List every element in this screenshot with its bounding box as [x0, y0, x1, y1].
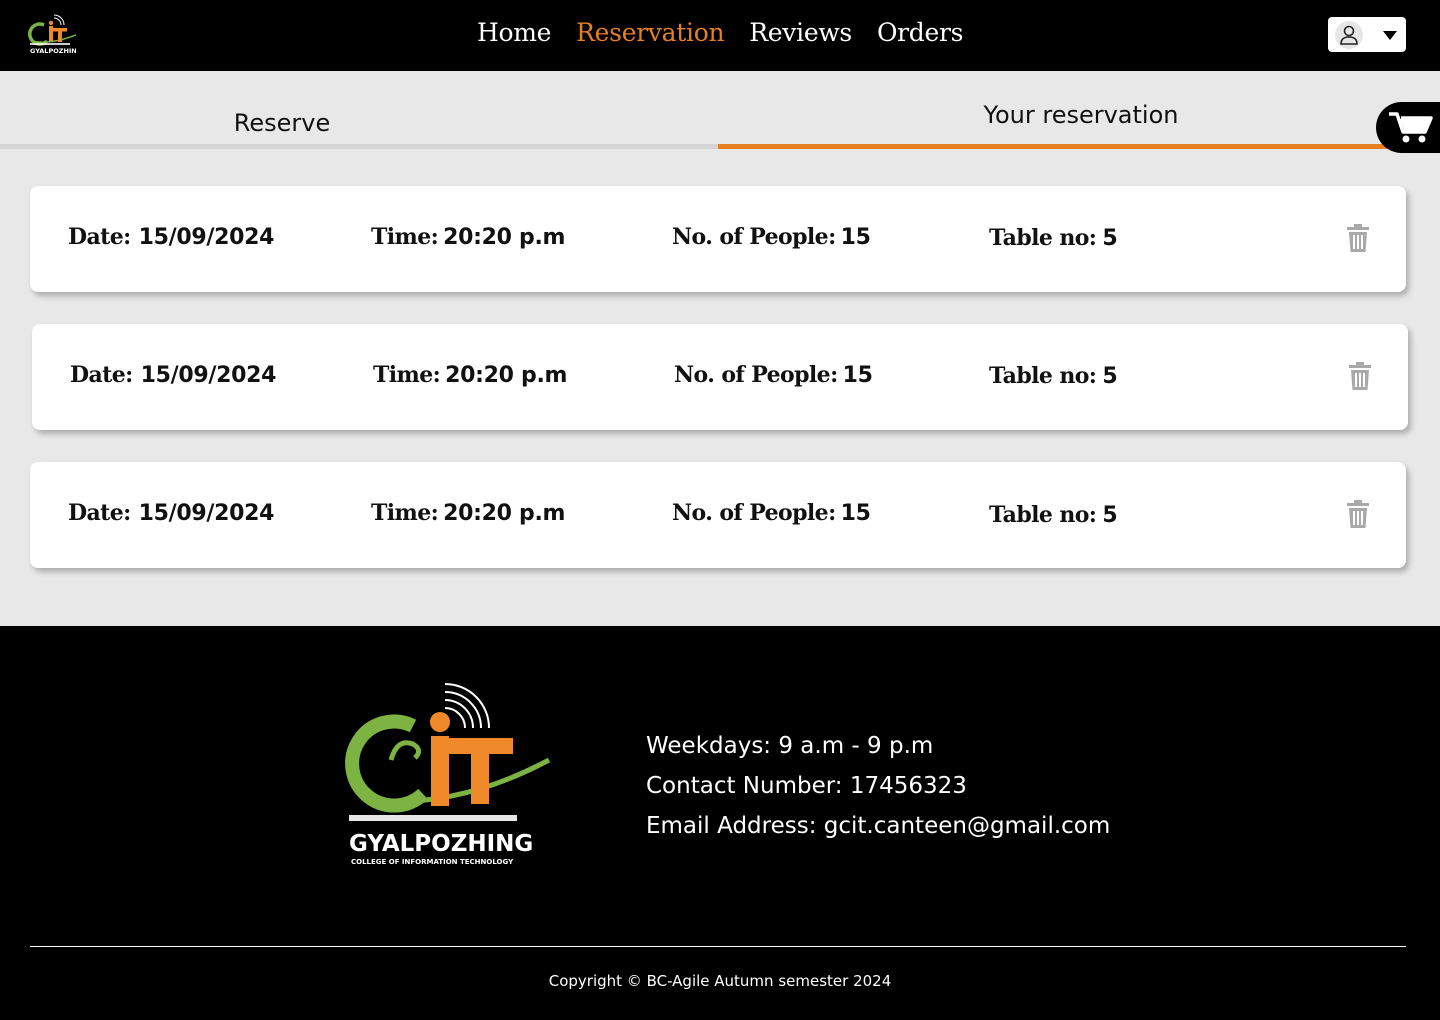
user-menu-button[interactable] [1328, 17, 1406, 52]
people-value: 15 [840, 225, 871, 250]
tab-your-reservation-label: Your reservation [983, 101, 1179, 129]
time-label: Time: [371, 500, 439, 526]
reservation-people: No. of People: 15 [672, 224, 871, 250]
nav-orders[interactable]: Orders [877, 18, 964, 47]
table-value: 5 [1102, 503, 1118, 528]
college-logo-large: GYALPOZHING COLLEGE OF INFORMATION TECHN… [345, 678, 555, 868]
table-value: 5 [1102, 226, 1118, 251]
footer-divider [30, 946, 1406, 947]
reservation-card: Date: 15/09/2024 Time: 20:20 p.m No. of … [30, 186, 1406, 292]
trash-icon[interactable] [1346, 499, 1370, 529]
date-label: Date: [70, 362, 133, 388]
table-label: Table no: [989, 225, 1097, 251]
svg-text:COLLEGE OF INFORMATION TECHNOL: COLLEGE OF INFORMATION TECHNOLOGY [351, 858, 514, 866]
main-nav: Home Reservation Reviews Orders [477, 18, 963, 47]
reservation-time: Time: 20:20 p.m [373, 362, 567, 388]
top-navbar: GYALPOZHING Home Reservation Reviews Ord… [0, 0, 1440, 71]
reservation-table: Table no: 5 [989, 502, 1118, 528]
cart-button[interactable] [1376, 102, 1440, 153]
date-value: 15/09/2024 [138, 501, 275, 526]
reservation-people: No. of People: 15 [674, 362, 873, 388]
date-label: Date: [68, 224, 131, 250]
reservation-table: Table no: 5 [989, 363, 1118, 389]
email-address[interactable]: Email Address: gcit.canteen@gmail.com [646, 806, 1110, 846]
people-value: 15 [842, 363, 873, 388]
chevron-down-icon [1383, 31, 1397, 40]
nav-reservation[interactable]: Reservation [576, 18, 724, 47]
time-label: Time: [373, 362, 441, 388]
trash-icon[interactable] [1348, 361, 1372, 391]
time-value: 20:20 p.m [443, 225, 566, 250]
reservation-table: Table no: 5 [989, 225, 1118, 251]
reservation-people: No. of People: 15 [672, 500, 871, 526]
table-label: Table no: [989, 502, 1097, 528]
opening-hours: Weekdays: 9 a.m - 9 p.m [646, 733, 934, 759]
date-value: 15/09/2024 [140, 363, 277, 388]
svg-text:GYALPOZHING: GYALPOZHING [349, 831, 533, 857]
contact-number: Contact Number: 17456323 [646, 773, 967, 799]
reservation-date: Date: 15/09/2024 [68, 224, 274, 250]
table-label: Table no: [989, 363, 1097, 389]
footer: GYALPOZHING COLLEGE OF INFORMATION TECHN… [0, 626, 1440, 1020]
reservation-date: Date: 15/09/2024 [70, 362, 276, 388]
copyright-text: Copyright © BC-Agile Autumn semester 202… [548, 972, 892, 990]
time-value: 20:20 p.m [443, 501, 566, 526]
nav-home[interactable]: Home [477, 18, 551, 47]
date-label: Date: [68, 500, 131, 526]
reservation-time: Time: 20:20 p.m [371, 224, 565, 250]
people-label: No. of People: [672, 224, 836, 250]
reservation-time: Time: 20:20 p.m [371, 500, 565, 526]
tab-reserve-label: Reserve [233, 109, 331, 137]
date-value: 15/09/2024 [138, 225, 275, 250]
reservation-date: Date: 15/09/2024 [68, 500, 274, 526]
contact-info: Weekdays: 9 a.m - 9 p.m Contact Number: … [646, 726, 1110, 846]
tab-your-reservation[interactable]: Your reservation [718, 71, 1388, 149]
cart-icon [1389, 112, 1433, 143]
reservation-card: Date: 15/09/2024 Time: 20:20 p.m No. of … [32, 324, 1408, 430]
time-value: 20:20 p.m [445, 363, 568, 388]
people-label: No. of People: [674, 362, 838, 388]
college-logo[interactable]: GYALPOZHING [28, 13, 82, 57]
table-value: 5 [1102, 364, 1118, 389]
reservation-card: Date: 15/09/2024 Time: 20:20 p.m No. of … [30, 462, 1406, 568]
time-label: Time: [371, 224, 439, 250]
trash-icon[interactable] [1346, 223, 1370, 253]
user-icon [1335, 21, 1363, 49]
people-value: 15 [840, 501, 871, 526]
people-label: No. of People: [672, 500, 836, 526]
tab-reserve[interactable]: Reserve [0, 71, 718, 149]
nav-reviews[interactable]: Reviews [749, 18, 852, 47]
svg-text:GYALPOZHING: GYALPOZHING [30, 47, 76, 55]
